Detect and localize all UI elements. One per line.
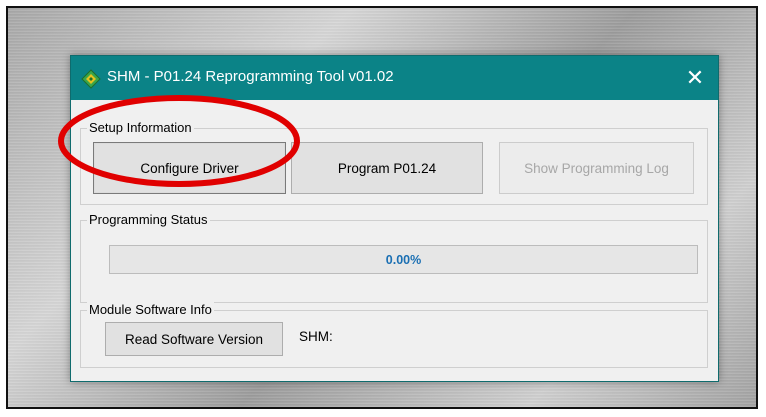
- programming-status-label: Programming Status: [87, 212, 210, 227]
- progress-bar: 0.00%: [109, 245, 698, 274]
- app-icon: [81, 69, 101, 89]
- app-window: SHM - P01.24 Reprogramming Tool v01.02 ✕…: [70, 55, 719, 382]
- module-software-info-label: Module Software Info: [87, 302, 214, 317]
- programming-status-group: Programming Status 0.00%: [80, 212, 708, 303]
- show-programming-log-button[interactable]: Show Programming Log: [499, 142, 694, 194]
- title-bar[interactable]: SHM - P01.24 Reprogramming Tool v01.02 ✕: [71, 56, 718, 100]
- screenshot-background: SHM - P01.24 Reprogramming Tool v01.02 ✕…: [6, 6, 758, 409]
- close-icon[interactable]: ✕: [672, 56, 718, 100]
- setup-information-group: Setup Information Configure Driver Progr…: [80, 120, 708, 205]
- module-software-info-group: Module Software Info Read Software Versi…: [80, 302, 708, 368]
- configure-driver-button[interactable]: Configure Driver: [93, 142, 286, 194]
- progress-percent: 0.00%: [385, 252, 422, 267]
- shm-version-label: SHM:: [299, 329, 333, 344]
- read-software-version-button[interactable]: Read Software Version: [105, 322, 283, 356]
- program-button[interactable]: Program P01.24: [291, 142, 483, 194]
- window-title: SHM - P01.24 Reprogramming Tool v01.02: [107, 68, 394, 85]
- setup-information-label: Setup Information: [87, 120, 194, 135]
